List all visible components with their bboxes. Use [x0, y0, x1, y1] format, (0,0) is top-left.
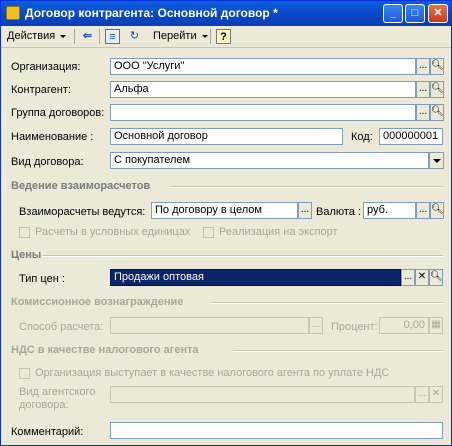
contract-group-field[interactable]: [110, 104, 416, 121]
comment-label: Комментарий:: [11, 426, 84, 438]
comment-field[interactable]: [110, 422, 443, 439]
window-title: Договор контрагента: Основной договор *: [25, 6, 278, 20]
agent-contract-type-label-line2: договора:: [19, 399, 69, 411]
section-divider: [171, 186, 443, 188]
currency-open-icon[interactable]: 🔍︎: [430, 202, 444, 219]
contract-type-dropdown-button[interactable]: [429, 152, 444, 169]
toolbar: Действия ⇐ ≡ ↻ Перейти ?: [1, 26, 451, 48]
vat-agent-section-title: НДС в качестве налогового агента: [11, 344, 199, 356]
organization-select-button[interactable]: ...: [416, 58, 430, 75]
settlements-mode-field[interactable]: По договору в целом: [151, 202, 298, 219]
section-divider: [211, 302, 443, 304]
structure-icon[interactable]: ≡: [105, 29, 120, 44]
percent-field[interactable]: 0,00: [379, 317, 429, 334]
tax-agent-label: Организация выступает в качестве налогов…: [35, 367, 390, 379]
contract-group-label: Группа договоров:: [11, 107, 105, 119]
tax-agent-checkbox[interactable]: [19, 368, 30, 379]
goto-dropdown-icon: [201, 34, 208, 38]
app-icon: [6, 6, 20, 20]
title-bar[interactable]: Договор контрагента: Основной договор * …: [1, 1, 451, 26]
currency-label: Валюта :: [316, 206, 362, 218]
counterparty-open-icon[interactable]: 🔍︎: [430, 81, 444, 98]
price-type-field[interactable]: Продажи оптовая: [110, 269, 401, 286]
counterparty-field[interactable]: Альфа: [110, 81, 416, 98]
price-type-label: Тип цен :: [19, 273, 65, 285]
refresh-icon[interactable]: ↻: [127, 29, 142, 44]
settlements-mode-label: Взаиморасчеты ведутся:: [19, 206, 146, 218]
minimize-button[interactable]: _: [383, 4, 403, 23]
settlements-mode-select-button[interactable]: ...: [298, 202, 312, 219]
conventional-units-label: Расчеты в условных единицах: [35, 226, 191, 238]
price-type-open-icon[interactable]: 🔍︎: [429, 269, 443, 286]
agent-contract-type-field[interactable]: [110, 386, 415, 403]
name-field[interactable]: Основной договор: [110, 128, 343, 145]
agent-contract-type-label-line1: Вид агентского: [19, 386, 96, 398]
calc-method-select-button[interactable]: ...: [309, 317, 323, 334]
code-label: Код:: [351, 131, 373, 143]
maximize-button[interactable]: □: [405, 4, 425, 23]
contract-window: Договор контрагента: Основной договор * …: [0, 0, 452, 446]
percent-label: Процент:: [331, 321, 378, 333]
code-field[interactable]: 000000001: [379, 128, 443, 145]
name-label: Наименование :: [11, 131, 94, 143]
organization-label: Организация:: [11, 61, 81, 73]
back-arrow-icon[interactable]: ⇐: [80, 29, 95, 44]
commission-section-title: Комиссионное вознаграждение: [11, 296, 184, 308]
price-type-clear-icon[interactable]: ✕: [415, 269, 429, 286]
agent-contract-type-clear-icon[interactable]: ✕: [429, 386, 443, 403]
prices-section-title: Цены: [11, 249, 42, 261]
actions-menu-label: Действия: [7, 30, 56, 42]
currency-select-button[interactable]: ...: [416, 202, 430, 219]
organization-open-icon[interactable]: 🔍︎: [430, 58, 444, 75]
actions-menu[interactable]: Действия: [7, 28, 67, 45]
contract-group-select-button[interactable]: ...: [416, 104, 430, 121]
organization-field[interactable]: ООО "Услуги": [110, 58, 416, 75]
toolbar-separator: [99, 29, 100, 44]
section-divider: [233, 350, 443, 352]
export-checkbox[interactable]: [203, 227, 214, 238]
actions-dropdown-icon: [60, 34, 67, 38]
close-button[interactable]: ✕: [428, 4, 448, 23]
counterparty-select-button[interactable]: ...: [416, 81, 430, 98]
export-label: Реализация на экспорт: [219, 226, 338, 238]
contract-group-open-icon[interactable]: 🔍︎: [430, 104, 444, 121]
settlements-section-title: Ведение взаиморасчетов: [11, 180, 151, 192]
toolbar-separator: [74, 29, 75, 44]
calc-method-label: Способ расчета:: [19, 321, 104, 333]
currency-field[interactable]: руб.: [363, 202, 416, 219]
goto-menu-label: Перейти: [153, 30, 197, 42]
conventional-units-checkbox[interactable]: [19, 227, 30, 238]
agent-contract-type-select-button[interactable]: ...: [415, 386, 429, 403]
toolbar-separator: [210, 29, 211, 44]
contract-type-select[interactable]: С покупателем: [110, 152, 429, 169]
calc-method-field[interactable]: [110, 317, 309, 334]
counterparty-label: Контрагент:: [11, 84, 71, 96]
chevron-down-icon: [433, 159, 441, 163]
contract-type-label: Вид договора:: [11, 156, 84, 168]
goto-menu[interactable]: Перейти: [153, 28, 208, 45]
help-icon[interactable]: ?: [216, 29, 231, 44]
section-divider: [43, 255, 443, 257]
price-type-select-button[interactable]: ...: [401, 269, 415, 286]
calculator-icon[interactable]: ▦: [429, 317, 443, 334]
